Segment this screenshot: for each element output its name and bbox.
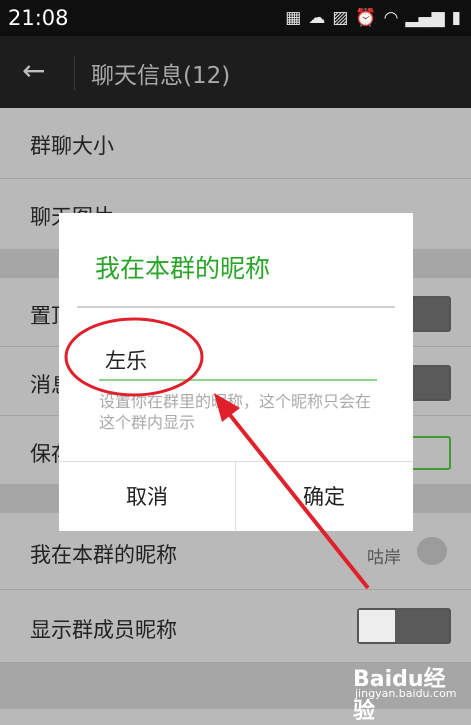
wifi-icon: ◠	[383, 8, 399, 28]
status-time: 21:08	[8, 6, 69, 30]
toggle-knob	[413, 298, 449, 330]
dialog-title: 我在本群的昵称	[95, 254, 271, 283]
row-show-nicknames[interactable]: 显示群成员昵称	[0, 590, 471, 663]
image-icon: ▨	[332, 8, 349, 28]
grid-icon: ▦	[285, 8, 302, 28]
cloud-icon: ☁	[308, 8, 326, 28]
toggle-knob	[413, 367, 449, 399]
page-title: 聊天信息(12)	[91, 63, 231, 89]
row-label: 我在本群的昵称	[30, 543, 177, 567]
signal-icon: ▂▄▆	[405, 8, 445, 28]
nickname-dialog: 我在本群的昵称 设置你在群里的昵称，这个昵称只会在这个群内显示 取消 确定	[59, 213, 413, 532]
row-label: 群聊大小	[30, 134, 114, 158]
title-bar: ← 聊天信息(12)	[0, 36, 471, 108]
status-icons: ▦ ☁ ▨ ⏰ ◠ ▂▄▆ ▮	[285, 8, 461, 28]
cancel-button[interactable]: 取消	[59, 462, 236, 532]
baidu-watermark: Baidu经验 jingyan.baidu.com	[347, 659, 465, 724]
nickname-value: 咕岸	[367, 548, 401, 568]
dialog-divider	[77, 306, 395, 308]
dialog-hint: 设置你在群里的昵称，这个昵称只会在这个群内显示	[99, 392, 372, 432]
back-arrow-icon[interactable]: ←	[22, 54, 45, 87]
status-bar: 21:08 ▦ ☁ ▨ ⏰ ◠ ▂▄▆ ▮	[0, 0, 471, 36]
alarm-icon: ⏰	[355, 8, 377, 28]
confirm-button[interactable]: 确定	[236, 462, 412, 532]
nickname-input[interactable]	[99, 343, 377, 381]
dialog-buttons: 取消 确定	[59, 461, 413, 532]
toggle-knob	[359, 610, 395, 642]
row-group-size[interactable]: 群聊大小	[0, 108, 471, 179]
watermark-url: jingyan.baidu.com	[355, 687, 457, 700]
title-divider	[74, 56, 75, 90]
battery-icon: ▮	[451, 8, 461, 28]
show-nicknames-toggle[interactable]	[357, 608, 451, 644]
nickname-knob	[417, 537, 447, 565]
row-label: 显示群成员昵称	[30, 618, 177, 642]
